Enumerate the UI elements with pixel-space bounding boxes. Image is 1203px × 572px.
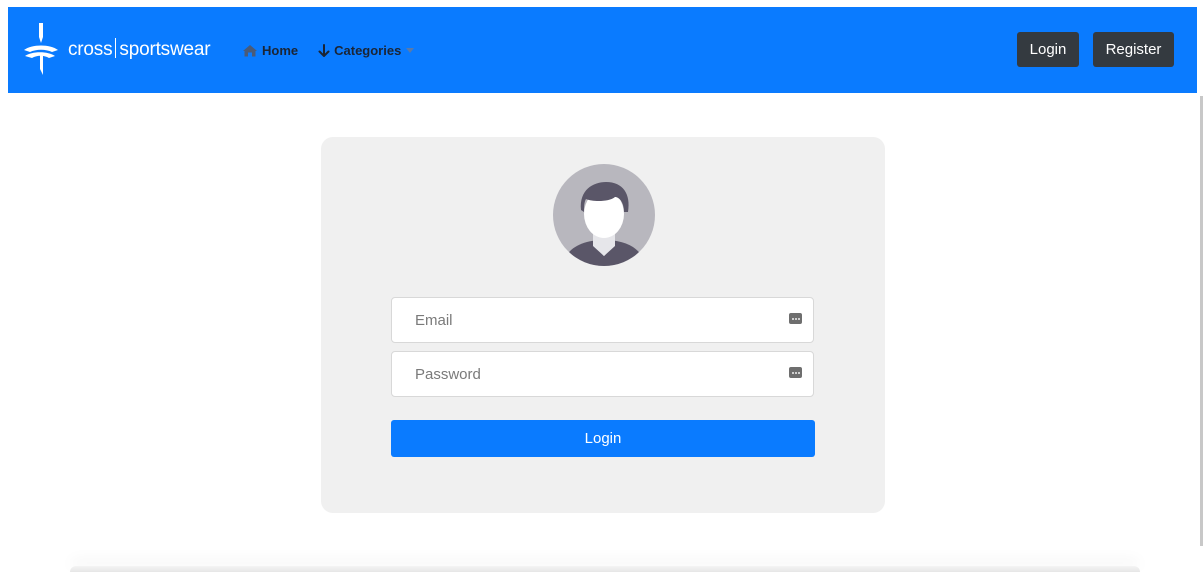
nav-link-categories-label: Categories [334,42,402,58]
nav-link-categories[interactable]: Categories [318,42,415,58]
email-field-wrapper [391,297,814,343]
password-manager-icon[interactable] [789,367,802,378]
login-submit-button[interactable]: Login [391,420,815,457]
home-icon [243,44,257,56]
nav-link-home-label: Home [262,42,299,58]
nav-login-button[interactable]: Login [1017,32,1079,67]
brand-name-right: sportswear [119,38,211,60]
nav-link-home[interactable]: Home [242,43,298,58]
dropdown-caret-icon [406,47,415,53]
brand[interactable]: cross sportswear [22,23,211,75]
brand-name-left: cross [68,38,113,60]
email-input[interactable] [392,298,813,342]
password-manager-icon[interactable] [789,313,802,324]
password-field-wrapper [391,351,814,397]
arrow-down-icon [318,43,330,57]
page: cross sportswear Home Categories Login Re… [0,0,1203,572]
footer-shadow [70,566,1140,572]
login-card: Login [321,137,885,513]
cross-sportswear-logo [24,23,58,75]
user-avatar-icon [553,164,655,266]
brand-name: cross sportswear [68,37,211,61]
nav-register-button[interactable]: Register [1093,32,1174,67]
nav-links: Home Categories [242,7,434,93]
navbar: cross sportswear Home Categories Login Re… [8,7,1197,93]
brand-separator [115,37,117,58]
password-input[interactable] [392,352,813,396]
